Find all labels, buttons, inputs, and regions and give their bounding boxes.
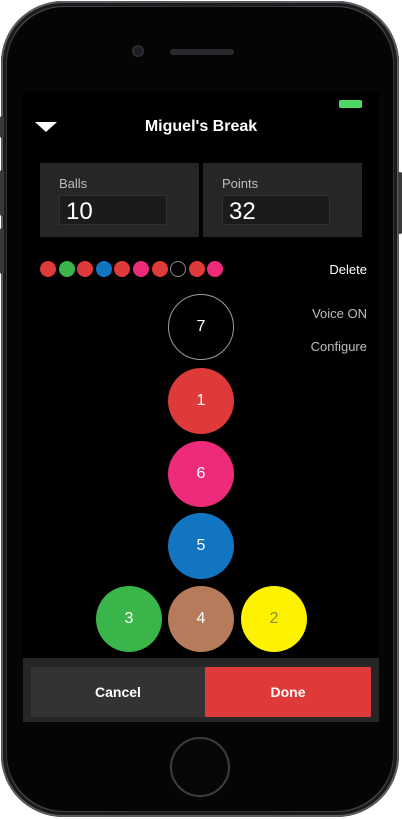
ball-number-label: 7 bbox=[196, 318, 206, 335]
ball-number-label: 1 bbox=[196, 392, 206, 409]
balls-stat-card: Balls 10 bbox=[40, 163, 199, 237]
history-ball-dot bbox=[40, 261, 56, 277]
ball-number-label: 4 bbox=[196, 610, 206, 627]
history-ball-dot bbox=[170, 261, 187, 277]
volume-up-button bbox=[0, 170, 4, 216]
history-ball-dot bbox=[188, 261, 205, 277]
ball-5-button[interactable]: 5 bbox=[168, 513, 234, 579]
ball-number-label: 6 bbox=[196, 465, 206, 482]
ball-4-button[interactable]: 4 bbox=[168, 586, 234, 652]
history-ball-dot bbox=[114, 261, 131, 277]
cancel-button[interactable]: Cancel bbox=[31, 667, 205, 717]
history-ball-dot bbox=[58, 261, 75, 277]
balls-label: Balls bbox=[59, 176, 88, 191]
ball-2-button[interactable]: 2 bbox=[241, 586, 307, 652]
history-ball-dot bbox=[95, 261, 112, 277]
app-screen: Miguel's Break Balls 10 Points 32 Delete… bbox=[23, 92, 379, 722]
power-button bbox=[398, 172, 402, 234]
voice-toggle[interactable]: Voice ON bbox=[312, 306, 367, 321]
ball-1-button[interactable]: 1 bbox=[168, 368, 234, 434]
done-button[interactable]: Done bbox=[205, 667, 371, 717]
points-stat-card: Points 32 bbox=[203, 163, 362, 237]
ball-number-label: 5 bbox=[196, 537, 206, 554]
earpiece-speaker bbox=[170, 49, 234, 55]
ball-7-button[interactable]: 7 bbox=[168, 294, 234, 360]
delete-button[interactable]: Delete bbox=[329, 262, 367, 277]
balls-value: 10 bbox=[66, 198, 93, 225]
ball-3-button[interactable]: 3 bbox=[96, 586, 162, 652]
page-title: Miguel's Break bbox=[144, 118, 258, 135]
action-bar: Cancel Done bbox=[23, 658, 379, 722]
points-label: Points bbox=[222, 176, 259, 191]
history-ball-dot bbox=[133, 261, 149, 277]
history-ball-dot bbox=[77, 261, 94, 277]
configure-button[interactable]: Configure bbox=[311, 339, 367, 354]
battery-icon bbox=[339, 100, 362, 108]
home-button[interactable] bbox=[170, 737, 230, 797]
mute-switch bbox=[0, 116, 4, 138]
ball-number-label: 3 bbox=[124, 610, 134, 627]
history-ball-dot bbox=[151, 261, 168, 277]
points-value: 32 bbox=[229, 198, 256, 225]
front-camera bbox=[132, 45, 144, 57]
ball-6-button[interactable]: 6 bbox=[168, 441, 234, 507]
points-value-field: 32 bbox=[222, 195, 330, 225]
history-ball-dot bbox=[207, 261, 224, 277]
ball-number-label: 2 bbox=[269, 610, 279, 627]
balls-value-field: 10 bbox=[59, 195, 167, 225]
volume-down-button bbox=[0, 228, 4, 274]
